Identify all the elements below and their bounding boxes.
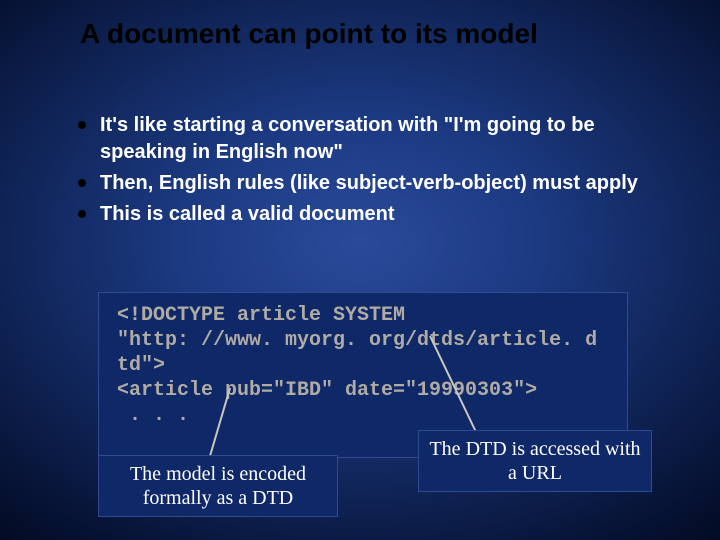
code-line: . . . — [117, 403, 609, 428]
callout-left: The model is encoded formally as a DTD — [98, 455, 338, 517]
bullet-icon — [78, 121, 86, 129]
callout-right: The DTD is accessed with a URL — [418, 430, 652, 492]
code-line: td"> — [117, 353, 609, 378]
bullet-item: This is called a valid document — [78, 201, 660, 228]
bullet-icon — [78, 210, 86, 218]
code-line: <article pub="IBD" date="19990303"> — [117, 378, 609, 403]
slide: A document can point to its model It's l… — [0, 0, 720, 540]
bullet-icon — [78, 179, 86, 187]
code-line: <!DOCTYPE article SYSTEM — [117, 303, 609, 328]
slide-title: A document can point to its model — [80, 18, 660, 50]
bullet-text: This is called a valid document — [100, 201, 395, 228]
slide-body: It's like starting a conversation with "… — [78, 112, 660, 232]
bullet-item: It's like starting a conversation with "… — [78, 112, 660, 166]
code-line: "http: //www. myorg. org/dtds/article. d — [117, 328, 609, 353]
bullet-text: It's like starting a conversation with "… — [100, 112, 660, 166]
bullet-item: Then, English rules (like subject-verb-o… — [78, 170, 660, 197]
bullet-text: Then, English rules (like subject-verb-o… — [100, 170, 638, 197]
